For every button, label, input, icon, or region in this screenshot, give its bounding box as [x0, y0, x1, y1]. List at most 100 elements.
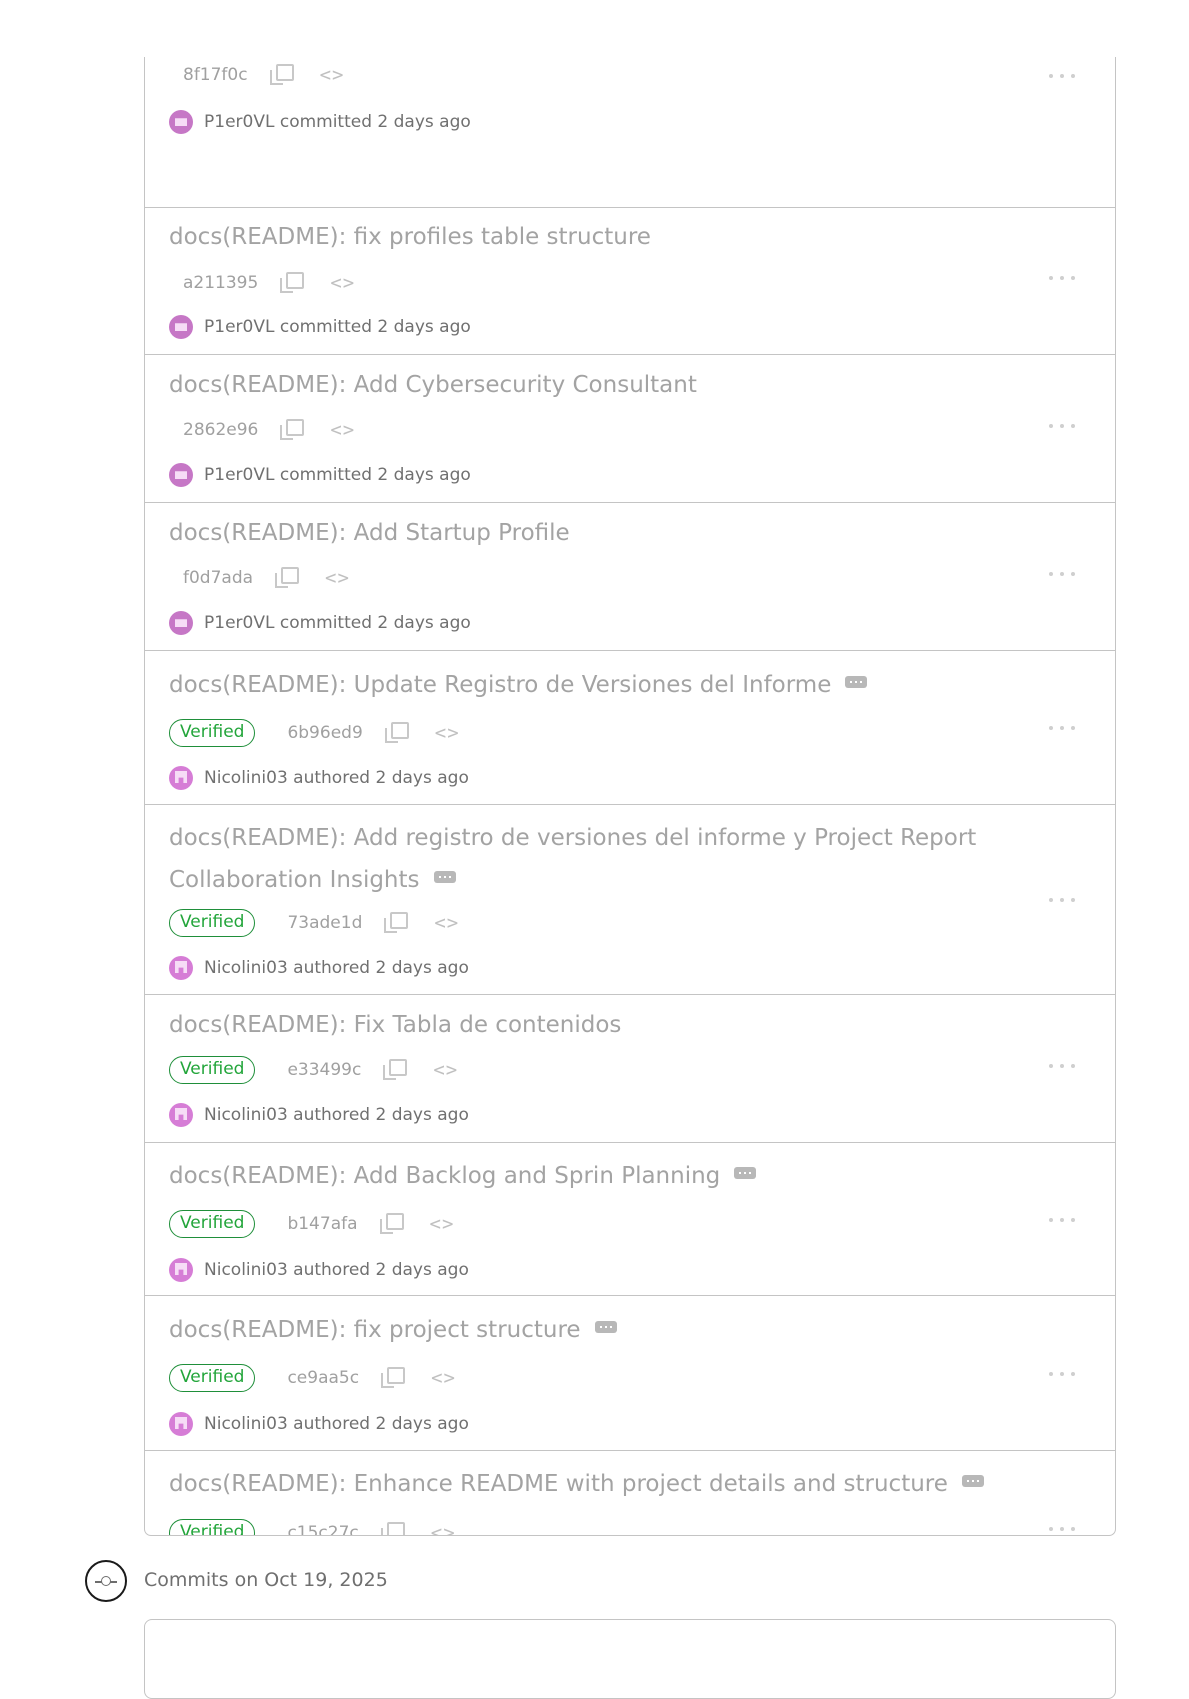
user-avatar[interactable]	[169, 463, 193, 487]
commit-list: 8f17f0c <> P1er0VL committed 2 days ago doc…	[144, 57, 1116, 1536]
commit-row[interactable]: docs(README): Add Cybersecurity Consulta…	[145, 354, 1115, 503]
verified-badge[interactable]: Verified	[169, 1364, 256, 1392]
kebab-icon[interactable]	[1049, 73, 1075, 79]
commit-author[interactable]: Nicolini03	[204, 958, 288, 978]
commit-hash[interactable]: 8f17f0c	[183, 65, 248, 85]
commit-row[interactable]: docs(README): Add Startup Profile f0d7ada…	[145, 502, 1115, 651]
kebab-icon[interactable]	[1049, 571, 1075, 577]
commit-row[interactable]: docs(README): Fix Tabla de contenidos Ver…	[145, 994, 1115, 1143]
commit-hash[interactable]: c15c27c	[287, 1523, 358, 1535]
commit-title-text[interactable]: docs(README): Add Cybersecurity Consulta…	[169, 372, 697, 398]
verified-badge[interactable]: Verified	[169, 1210, 256, 1238]
kebab-icon[interactable]	[1049, 897, 1075, 903]
commit-row[interactable]: docs(README): Add Backlog and Sprin Plan…	[145, 1142, 1115, 1296]
commit-author[interactable]: P1er0VL	[204, 465, 274, 485]
expand-message-icon[interactable]	[961, 1475, 984, 1487]
kebab-icon[interactable]	[1049, 1217, 1075, 1223]
commit-title-text[interactable]: docs(README): Add Backlog and Sprin Plan…	[169, 1163, 720, 1189]
commit-row[interactable]: docs(README): Enhance README with projec…	[145, 1450, 1115, 1535]
user-avatar[interactable]	[169, 315, 193, 339]
commit-title-text-line2[interactable]: Collaboration Insights	[169, 867, 420, 893]
commit-author[interactable]: Nicolini03	[204, 1260, 288, 1280]
user-avatar[interactable]	[169, 1103, 193, 1127]
commit-hash[interactable]: a211395	[183, 273, 258, 293]
commit-row[interactable]: docs(README): fix project structure Verif…	[145, 1295, 1115, 1451]
user-avatar[interactable]	[169, 611, 193, 635]
copy-icon[interactable]	[384, 720, 411, 746]
commit-author[interactable]: P1er0VL	[204, 112, 274, 132]
commit-title-text[interactable]: docs(README): Fix Tabla de contenidos	[169, 1012, 621, 1038]
commit-title-text[interactable]: docs(README): Add Startup Profile	[169, 520, 570, 546]
verified-badge[interactable]: Verified	[169, 1519, 256, 1535]
copy-icon[interactable]	[383, 1057, 409, 1083]
commit-hash[interactable]: 2862e96	[183, 420, 258, 440]
commit-hash[interactable]: 73ade1d	[287, 913, 362, 933]
kebab-icon[interactable]	[1049, 1063, 1075, 1069]
user-avatar[interactable]	[169, 956, 193, 980]
verified-badge[interactable]: Verified	[169, 1056, 256, 1084]
expand-message-icon[interactable]	[845, 676, 868, 688]
commit-hash[interactable]: 6b96ed9	[287, 723, 362, 743]
commit-title[interactable]: docs(README): fix profiles table structu…	[169, 216, 651, 258]
verified-badge[interactable]: Verified	[169, 909, 256, 937]
commit-title[interactable]: docs(README): Add registro de versiones …	[169, 817, 976, 901]
copy-icon[interactable]	[280, 417, 306, 443]
kebab-icon[interactable]	[1049, 423, 1075, 429]
commit-title[interactable]: docs(README): Add Backlog and Sprin Plan…	[169, 1155, 757, 1197]
commit-hash[interactable]: b147afa	[287, 1214, 357, 1234]
user-avatar[interactable]	[169, 110, 193, 134]
commit-row[interactable]: docs(README): fix profiles table structu…	[145, 207, 1115, 355]
commit-row[interactable]: 8f17f0c <> P1er0VL committed 2 days ago	[145, 57, 1115, 207]
expand-message-icon[interactable]	[734, 1167, 757, 1179]
code-icon[interactable]: <>	[325, 567, 350, 589]
copy-icon[interactable]	[280, 270, 306, 296]
code-icon[interactable]: <>	[431, 1522, 456, 1535]
code-icon[interactable]: <>	[431, 1367, 456, 1389]
commit-row[interactable]: docs(README): Add registro de versiones …	[145, 804, 1115, 995]
commit-title[interactable]: docs(README): Update Registro de Version…	[169, 664, 868, 706]
code-icon[interactable]: <>	[330, 272, 355, 294]
commit-hash[interactable]: e33499c	[287, 1060, 361, 1080]
user-avatar[interactable]	[169, 766, 193, 790]
commit-title-text[interactable]: docs(README): Update Registro de Version…	[169, 672, 831, 698]
kebab-icon[interactable]	[1049, 1526, 1075, 1532]
commit-title[interactable]: docs(README): Add Startup Profile	[169, 512, 570, 554]
kebab-icon[interactable]	[1049, 1371, 1075, 1377]
commit-action: authored	[293, 1414, 371, 1434]
commit-row[interactable]: docs(README): Update Registro de Version…	[145, 650, 1115, 805]
commit-title-text[interactable]: docs(README): fix project structure	[169, 1317, 581, 1343]
commit-title[interactable]: docs(README): Add Cybersecurity Consulta…	[169, 364, 697, 406]
copy-icon[interactable]	[269, 62, 296, 88]
code-icon[interactable]: <>	[435, 722, 460, 744]
commit-title[interactable]: docs(README): Enhance README with projec…	[169, 1463, 984, 1505]
copy-icon[interactable]	[380, 1520, 407, 1535]
code-icon[interactable]: <>	[430, 1213, 455, 1235]
commit-author[interactable]: Nicolini03	[204, 1414, 288, 1434]
code-icon[interactable]: <>	[330, 419, 355, 441]
code-icon[interactable]: <>	[320, 64, 345, 86]
expand-message-icon[interactable]	[594, 1321, 617, 1333]
commit-title[interactable]: docs(README): Fix Tabla de contenidos	[169, 1004, 621, 1046]
kebab-icon[interactable]	[1049, 725, 1075, 731]
copy-icon[interactable]	[275, 565, 301, 591]
commit-title-text[interactable]: docs(README): Enhance README with projec…	[169, 1471, 948, 1497]
commit-hash[interactable]: ce9aa5c	[287, 1368, 359, 1388]
code-icon[interactable]: <>	[434, 912, 459, 934]
commit-author[interactable]: Nicolini03	[204, 1105, 288, 1125]
commit-hash[interactable]: f0d7ada	[183, 568, 253, 588]
verified-badge[interactable]: Verified	[169, 719, 256, 747]
commit-title-text[interactable]: docs(README): Add registro de versiones …	[169, 825, 976, 851]
user-avatar[interactable]	[169, 1258, 193, 1282]
code-icon[interactable]: <>	[433, 1059, 458, 1081]
commit-author[interactable]: P1er0VL	[204, 317, 274, 337]
kebab-icon[interactable]	[1049, 275, 1075, 281]
expand-message-icon[interactable]	[433, 871, 456, 883]
user-avatar[interactable]	[169, 1412, 193, 1436]
commit-author[interactable]: Nicolini03	[204, 768, 288, 788]
copy-icon[interactable]	[379, 1211, 406, 1237]
commit-title[interactable]: docs(README): fix project structure	[169, 1309, 617, 1351]
copy-icon[interactable]	[381, 1365, 407, 1391]
copy-icon[interactable]	[384, 910, 410, 936]
commit-author[interactable]: P1er0VL	[204, 613, 274, 633]
commit-title-text[interactable]: docs(README): fix profiles table structu…	[169, 224, 651, 250]
